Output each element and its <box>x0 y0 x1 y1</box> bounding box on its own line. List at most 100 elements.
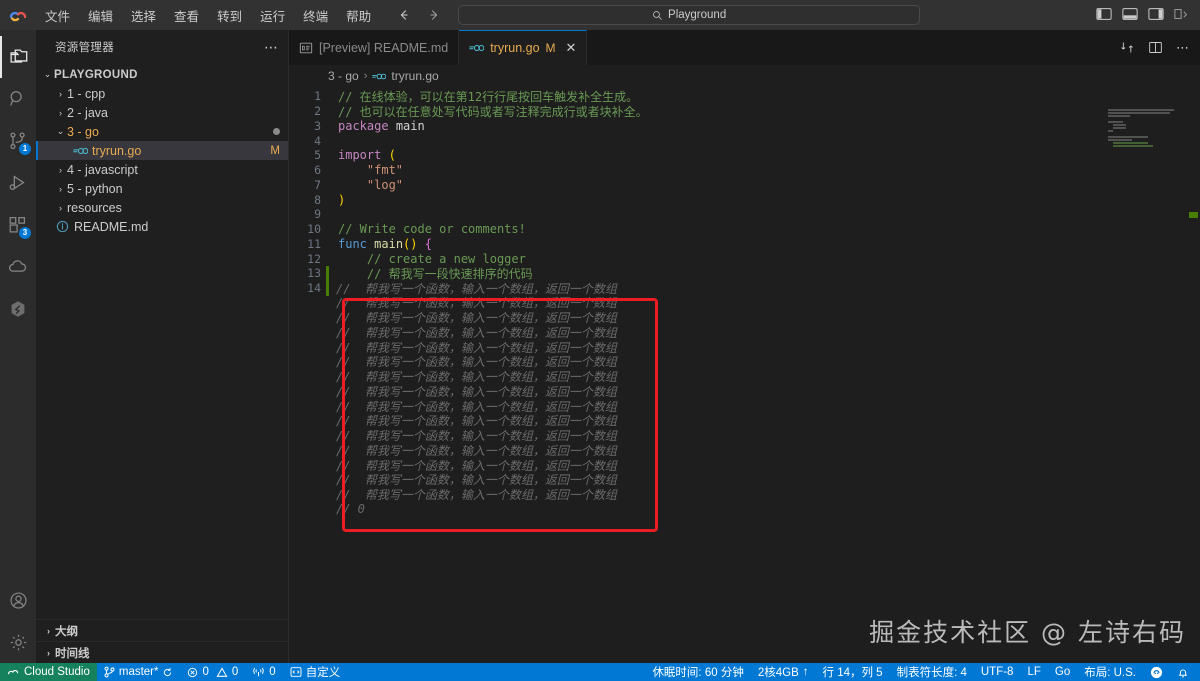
chevron-right-icon: › <box>54 203 67 213</box>
copilot-icon <box>1150 666 1163 679</box>
status-customize[interactable]: 自定义 <box>283 663 348 681</box>
tab-readme-preview[interactable]: [Preview] README.md <box>289 30 459 65</box>
status-indentation[interactable]: 制表符长度: 4 <box>890 663 974 681</box>
toggle-primary-sidebar-icon[interactable] <box>1096 7 1112 23</box>
code-line[interactable]: 5 import ( <box>289 148 1200 163</box>
arrow-right-icon[interactable] <box>426 7 442 23</box>
status-keyboard-layout[interactable]: 布局: U.S. <box>1077 663 1143 681</box>
outline-panel-header[interactable]: › 大纲 <box>36 619 288 641</box>
status-eol[interactable]: LF <box>1020 663 1047 681</box>
status-warnings-count: 0 <box>232 666 238 678</box>
activitybar-item-accounts[interactable] <box>0 579 36 621</box>
tree-root-playground[interactable]: ⌄ PLAYGROUND <box>36 65 288 84</box>
code-line[interactable]: 2// 也可以在任意处写代码或者写注释完成行或者块补全。 <box>289 104 1200 119</box>
split-editor-vertical-icon[interactable] <box>1120 40 1135 55</box>
code-line[interactable]: 3package main <box>289 119 1200 134</box>
code-line[interactable]: 7 "log" <box>289 178 1200 193</box>
code-line[interactable]: 4 <box>289 133 1200 148</box>
status-language-mode[interactable]: Go <box>1048 663 1077 681</box>
ellipsis-icon[interactable]: ⋯ <box>264 39 279 56</box>
tab-tryrun-go[interactable]: tryrun.go M ✕ <box>459 30 587 65</box>
tree-item-tryrun-go[interactable]: tryrun.go M <box>36 141 288 160</box>
activitybar-item-cloud[interactable] <box>0 246 36 288</box>
tree-item-3-go[interactable]: ⌄ 3 - go <box>36 122 288 141</box>
tree-item-readme-md[interactable]: README.md <box>36 217 288 236</box>
minimap[interactable] <box>1108 87 1186 663</box>
activitybar-item-settings[interactable] <box>0 621 36 663</box>
code-token <box>418 237 425 251</box>
overview-ruler[interactable] <box>1186 87 1200 663</box>
tree-item-resources[interactable]: › resources <box>36 198 288 217</box>
code-line[interactable]: 1// 在线体验，可以在第12行行尾按回车触发补全生成。 <box>289 89 1200 104</box>
code-line[interactable]: 12 // create a new logger <box>289 251 1200 266</box>
activitybar-item-explorer[interactable] <box>0 36 36 78</box>
arrow-left-icon[interactable] <box>396 7 412 23</box>
chevron-right-icon: › <box>54 108 67 118</box>
menu-item-selection[interactable]: 选择 <box>122 2 165 29</box>
code-token: // Write code or comments! <box>338 222 526 236</box>
menu-item-edit[interactable]: 编辑 <box>79 2 122 29</box>
activitybar-item-source-control[interactable]: 1 <box>0 120 36 162</box>
activity-bar: 1 3 <box>0 30 36 663</box>
menu-item-help[interactable]: 帮助 <box>337 2 380 29</box>
code-token: import <box>338 148 381 162</box>
line-number: 7 <box>289 178 324 192</box>
status-machine-spec[interactable]: 2核4GB ↑ <box>751 663 816 681</box>
tree-item-label: resources <box>67 201 122 215</box>
menu-item-terminal[interactable]: 终端 <box>294 2 337 29</box>
status-branch-label: master* <box>119 666 159 678</box>
status-encoding[interactable]: UTF-8 <box>974 663 1021 681</box>
code-token: { <box>425 237 432 251</box>
timeline-panel-header[interactable]: › 时间线 <box>36 641 288 663</box>
customize-layout-icon[interactable] <box>1174 7 1190 23</box>
code-line[interactable]: 11func main() { <box>289 237 1200 252</box>
close-icon[interactable]: ✕ <box>566 40 577 56</box>
breadcrumb-file[interactable]: tryrun.go <box>391 69 438 83</box>
code-line-text: import ( <box>329 148 396 162</box>
code-editor[interactable]: 1// 在线体验，可以在第12行行尾按回车触发补全生成。2// 也可以在任意处写… <box>289 87 1200 663</box>
activitybar-item-search[interactable] <box>0 78 36 120</box>
activitybar-item-plugin[interactable] <box>0 288 36 330</box>
breadcrumb-folder[interactable]: 3 - go <box>328 69 359 83</box>
status-branch[interactable]: master* <box>97 663 181 681</box>
more-actions-icon[interactable]: ⋯ <box>1176 40 1190 56</box>
files-icon <box>7 46 29 68</box>
hexagon-icon <box>7 298 29 320</box>
menu-item-run[interactable]: 运行 <box>251 2 294 29</box>
status-copilot[interactable] <box>1143 663 1170 681</box>
line-number: 5 <box>289 148 324 162</box>
chevron-right-icon: › <box>42 648 55 658</box>
code-line[interactable]: 13 // 帮我写一段快速排序的代码 <box>289 266 1200 281</box>
split-editor-icon[interactable] <box>1148 40 1163 55</box>
code-line[interactable]: 6 "fmt" <box>289 163 1200 178</box>
code-line[interactable]: 10// Write code or comments! <box>289 222 1200 237</box>
menu-item-go[interactable]: 转到 <box>208 2 251 29</box>
tree-item-1-cpp[interactable]: › 1 - cpp <box>36 84 288 103</box>
tree-item-4-javascript[interactable]: › 4 - javascript <box>36 160 288 179</box>
code-line[interactable]: 8) <box>289 192 1200 207</box>
status-ports-count: 0 <box>269 666 275 678</box>
tree-item-5-python[interactable]: › 5 - python <box>36 179 288 198</box>
status-notifications[interactable] <box>1170 663 1196 681</box>
activitybar-item-run-and-debug[interactable] <box>0 162 36 204</box>
code-line[interactable]: 9 <box>289 207 1200 222</box>
status-remote[interactable]: Cloud Studio <box>0 663 97 681</box>
status-machine-label: 2核4GB <box>758 664 799 680</box>
menu-item-file[interactable]: 文件 <box>36 2 79 29</box>
activitybar-item-extensions[interactable]: 3 <box>0 204 36 246</box>
tab-label: [Preview] README.md <box>319 41 448 55</box>
toggle-panel-icon[interactable] <box>1122 7 1138 23</box>
account-icon <box>8 590 29 611</box>
tree-item-label: 3 - go <box>67 125 99 139</box>
menu-item-view[interactable]: 查看 <box>165 2 208 29</box>
status-ports[interactable]: 0 <box>245 663 282 681</box>
status-cursor-position[interactable]: 行 14，列 5 <box>816 663 890 681</box>
gear-icon <box>8 632 29 653</box>
toggle-secondary-sidebar-icon[interactable] <box>1148 7 1164 23</box>
chevron-right-icon: › <box>42 626 55 636</box>
go-icon <box>72 146 88 156</box>
command-center[interactable]: Playground <box>458 5 920 25</box>
status-problems[interactable]: 0 0 <box>180 663 245 681</box>
status-hibernate-time[interactable]: 休眠时间: 60 分钟 <box>645 663 750 681</box>
tree-item-2-java[interactable]: › 2 - java <box>36 103 288 122</box>
